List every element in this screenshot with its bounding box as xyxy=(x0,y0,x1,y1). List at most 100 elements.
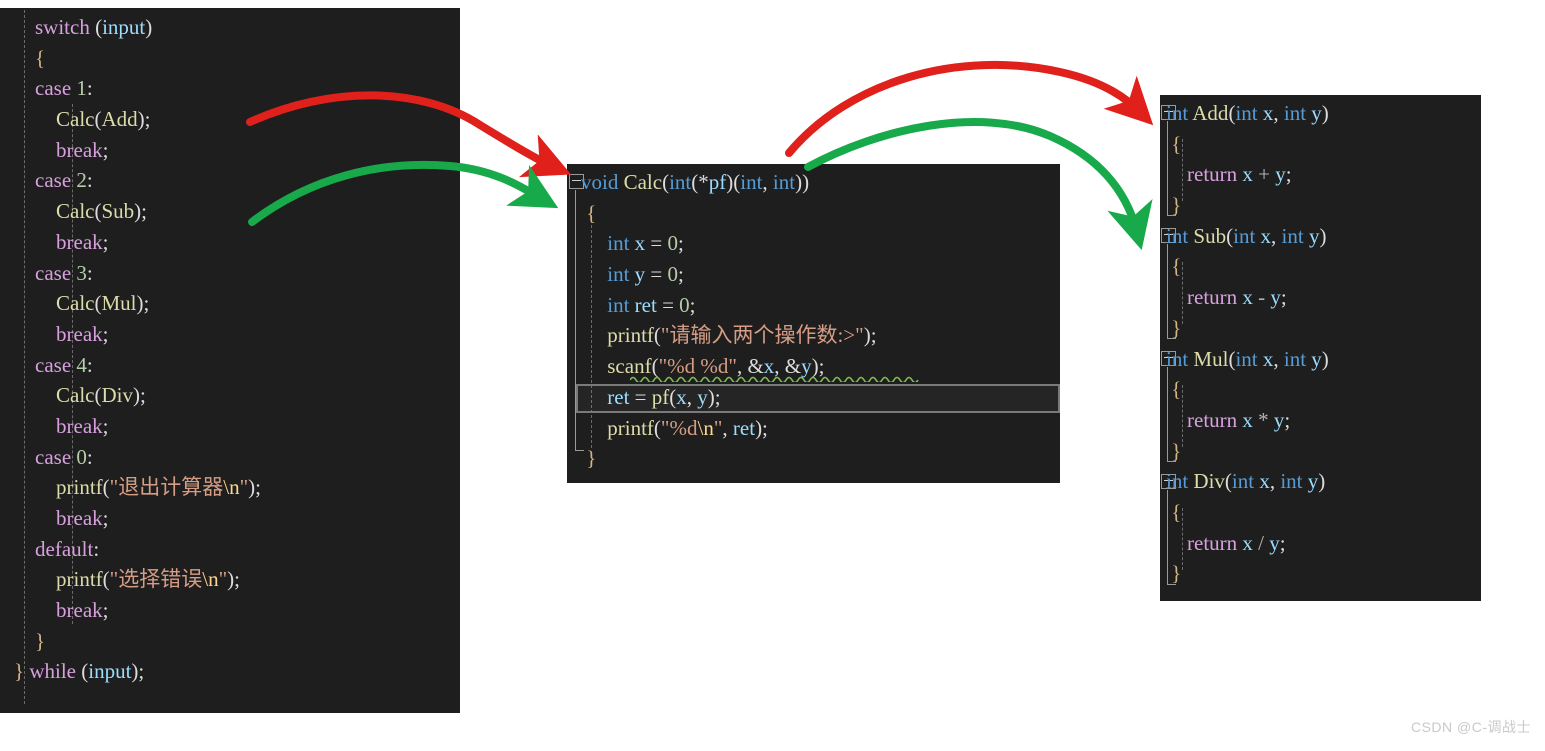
code-token: ); xyxy=(134,199,147,224)
code-token: return xyxy=(1187,530,1238,555)
code-token: Calc xyxy=(56,291,95,316)
code-token: y xyxy=(634,262,646,287)
code-token: case xyxy=(35,168,72,193)
code-token: ); xyxy=(755,415,768,440)
code-line: break; xyxy=(14,411,460,442)
code-token: : xyxy=(86,76,93,101)
code-token: int xyxy=(607,292,630,317)
code-token: x xyxy=(1262,346,1274,371)
code-token: * xyxy=(1252,407,1274,432)
code-token: ; xyxy=(1285,162,1292,187)
code-token: ); xyxy=(248,475,261,500)
code-line: break; xyxy=(14,319,460,350)
code-line: Calc(Div); xyxy=(14,380,460,411)
code-token: y xyxy=(1270,285,1281,310)
code-token: 0 xyxy=(76,444,87,469)
code-token: input xyxy=(88,659,132,684)
code-token: while xyxy=(29,659,76,684)
code-token: Div xyxy=(1193,469,1225,494)
code-token: (* xyxy=(691,170,709,194)
code-line: { xyxy=(14,43,460,74)
code-token: Mul xyxy=(101,291,137,316)
code-token: "退出计算器 xyxy=(109,475,224,500)
switch-statement-code-panel[interactable]: switch (input) { case 1: Calc(Add); brea… xyxy=(0,8,460,713)
code-token: case xyxy=(35,76,72,101)
code-token: ); xyxy=(863,323,877,348)
code-token: int xyxy=(669,170,692,194)
code-line: case 2: xyxy=(14,165,460,196)
code-token: int xyxy=(607,262,630,287)
code-token: int xyxy=(740,170,763,194)
code-token: y xyxy=(1311,101,1322,125)
code-line: case 3: xyxy=(14,258,460,289)
code-line: Calc(Sub); xyxy=(14,196,460,227)
code-token: int xyxy=(1280,469,1303,494)
code-line: return x - y; xyxy=(1166,282,1481,313)
code-token: x xyxy=(1262,101,1274,125)
code-token: ); xyxy=(227,567,240,592)
code-text-right[interactable]: int Add(int x, int y) { return x + y; } i… xyxy=(1160,95,1481,589)
code-token: printf xyxy=(56,475,103,500)
code-token: 0 xyxy=(679,292,690,317)
operation-functions-code-panel[interactable]: int Add(int x, int y) { return x + y; } i… xyxy=(1160,95,1481,601)
code-token: ) xyxy=(145,15,153,39)
code-token: = xyxy=(645,262,668,287)
code-token: int xyxy=(1283,101,1307,125)
code-token: Sub xyxy=(101,199,135,224)
code-token: \n xyxy=(202,567,219,592)
code-line: int ret = 0; xyxy=(581,290,1060,321)
code-token: , xyxy=(1269,469,1281,494)
code-text-left[interactable]: switch (input) { case 1: Calc(Add); brea… xyxy=(0,8,460,687)
code-token: "请输入两个操作数:>" xyxy=(660,323,864,348)
code-line: int y = 0; xyxy=(581,259,1060,290)
code-token: input xyxy=(102,15,146,39)
code-token: } xyxy=(1166,315,1182,340)
code-token: 0 xyxy=(667,262,679,287)
code-token: x xyxy=(1242,162,1253,187)
code-token: : xyxy=(86,260,93,285)
code-token: ; xyxy=(1284,407,1291,432)
code-token: Calc xyxy=(56,383,95,408)
code-text-middle[interactable]: void Calc(int(*pf)(int, int)) { int x = … xyxy=(567,164,1060,474)
code-token: int xyxy=(1235,346,1258,371)
code-token: x xyxy=(1242,407,1253,432)
code-token: y xyxy=(1275,162,1286,187)
code-token: break xyxy=(56,321,103,346)
code-token: { xyxy=(14,45,46,70)
code-token: - xyxy=(1252,285,1271,310)
code-line: return x * y; xyxy=(1166,405,1481,436)
code-token: 3 xyxy=(76,260,87,285)
code-line: int Sub(int x, int y) xyxy=(1166,221,1481,252)
code-token: { xyxy=(1166,131,1182,156)
code-line: } while (input); xyxy=(14,656,460,687)
code-token: Div xyxy=(101,383,133,408)
code-token: , xyxy=(1273,101,1284,125)
code-line: case 0: xyxy=(14,442,460,473)
code-token: 2 xyxy=(76,168,87,193)
code-token: break xyxy=(56,598,103,623)
code-token: x xyxy=(634,231,646,256)
code-token: ; xyxy=(102,413,109,438)
code-token: { xyxy=(1166,377,1182,402)
csdn-watermark: CSDN @C-调战士 xyxy=(1410,719,1531,735)
calc-function-code-panel[interactable]: void Calc(int(*pf)(int, int)) { int x = … xyxy=(567,164,1060,483)
error-squiggle-underline xyxy=(630,376,919,382)
code-token: ; xyxy=(102,137,109,162)
code-line: } xyxy=(1166,190,1481,221)
arrow-calc-to-add xyxy=(785,60,1154,157)
code-line: { xyxy=(1166,129,1481,160)
code-token: int xyxy=(1283,346,1307,371)
code-line: } xyxy=(1166,313,1481,344)
